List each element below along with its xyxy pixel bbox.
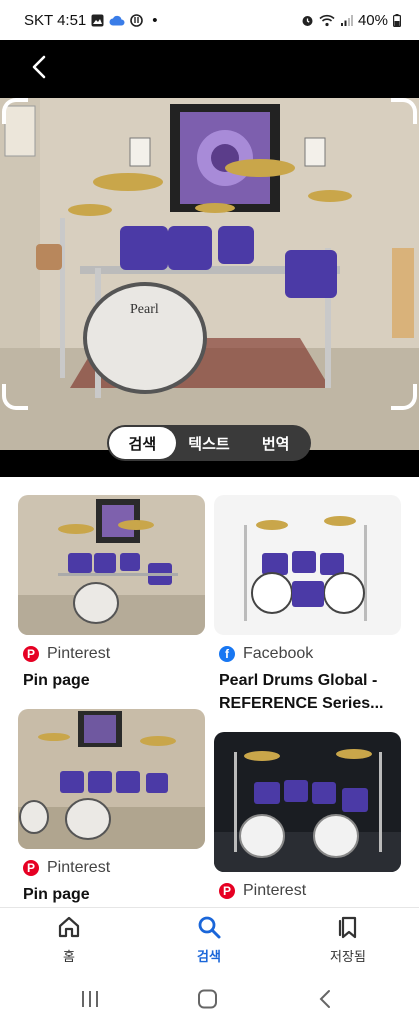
source-name: Facebook — [243, 645, 314, 662]
lens-image-area: Pearl 검색 텍스트 번역 — [0, 40, 419, 477]
system-navigation-bar — [0, 975, 419, 1024]
query-image[interactable]: Pearl — [0, 98, 419, 450]
tab-text[interactable]: 텍스트 — [176, 427, 243, 459]
result-thumbnail[interactable] — [214, 732, 401, 872]
source-name: Pinterest — [243, 882, 307, 899]
drum-kit-thumbnail — [214, 495, 401, 635]
source-name: Pinterest — [47, 859, 111, 876]
crop-corner-top-right[interactable] — [391, 98, 417, 124]
tab-translate[interactable]: 번역 — [242, 427, 309, 459]
drum-kit-thumbnail — [18, 495, 205, 635]
nav-search-label: 검색 — [197, 949, 221, 964]
result-thumbnail[interactable] — [18, 709, 205, 849]
google-lens-screen: SKT 4:51 • 40% Pearl 검색 텍스트 번역 P Pintere… — [0, 0, 419, 1024]
app-notification-icon — [130, 14, 144, 27]
home-icon — [58, 916, 80, 938]
crop-corner-bottom-left[interactable] — [2, 384, 28, 410]
result-thumbnail[interactable] — [18, 495, 205, 635]
saved-collections-icon — [338, 916, 357, 939]
result-source: f Facebook — [219, 645, 401, 663]
home-button-icon[interactable] — [196, 988, 220, 1010]
pinterest-icon: P — [23, 860, 39, 876]
battery-icon — [393, 14, 401, 27]
gallery-icon — [91, 14, 104, 27]
crop-corner-top-left[interactable] — [2, 98, 28, 124]
status-dot: • — [152, 12, 158, 29]
recent-apps-icon[interactable] — [78, 988, 102, 1010]
nav-saved[interactable]: 저장됨 — [303, 914, 393, 965]
nav-home-label: 홈 — [63, 949, 75, 964]
signal-icon — [340, 15, 353, 26]
cloud-icon — [109, 15, 125, 26]
facebook-icon: f — [219, 646, 235, 662]
pinterest-icon: P — [219, 883, 235, 899]
bottom-navigation: 홈 검색 저장됨 — [0, 907, 419, 975]
search-icon — [198, 916, 221, 939]
pinterest-icon: P — [23, 646, 39, 662]
result-card[interactable]: P Pinterest Pin page — [18, 495, 205, 692]
result-source: P Pinterest — [23, 859, 205, 877]
tab-search[interactable]: 검색 — [109, 427, 176, 459]
result-source: P Pinterest — [219, 882, 401, 900]
svg-text:Pearl: Pearl — [130, 302, 159, 317]
battery-percent: 40% — [357, 12, 388, 29]
wifi-icon — [319, 14, 335, 27]
nav-home[interactable]: 홈 — [24, 914, 114, 965]
back-arrow-icon[interactable] — [26, 53, 54, 81]
alarm-icon — [302, 16, 313, 26]
drum-kit-thumbnail — [18, 709, 205, 849]
drum-kit-photo: Pearl — [0, 98, 419, 450]
source-name: Pinterest — [47, 645, 111, 662]
result-title[interactable]: Pin page — [23, 669, 205, 692]
mode-switcher: 검색 텍스트 번역 — [107, 425, 311, 461]
result-card[interactable]: P Pinterest Pin page — [18, 709, 205, 906]
result-thumbnail[interactable] — [214, 495, 401, 635]
drum-kit-thumbnail — [214, 732, 401, 872]
status-bar: SKT 4:51 • 40% — [0, 0, 419, 40]
nav-saved-label: 저장됨 — [330, 949, 366, 964]
result-card[interactable]: f Facebook Pearl Drums Global - REFERENC… — [214, 495, 401, 715]
result-title[interactable]: Pearl Drums Global - REFERENCE Series... — [219, 669, 401, 715]
nav-search[interactable]: 검색 — [164, 914, 254, 965]
result-title[interactable]: Pin page — [23, 883, 205, 906]
status-time: SKT 4:51 — [24, 12, 87, 29]
back-button-icon[interactable] — [314, 988, 338, 1010]
visual-matches: P Pinterest Pin page f Facebook Pearl Dr… — [0, 477, 419, 907]
result-card[interactable]: P Pinterest — [214, 732, 401, 900]
result-source: P Pinterest — [23, 645, 205, 663]
